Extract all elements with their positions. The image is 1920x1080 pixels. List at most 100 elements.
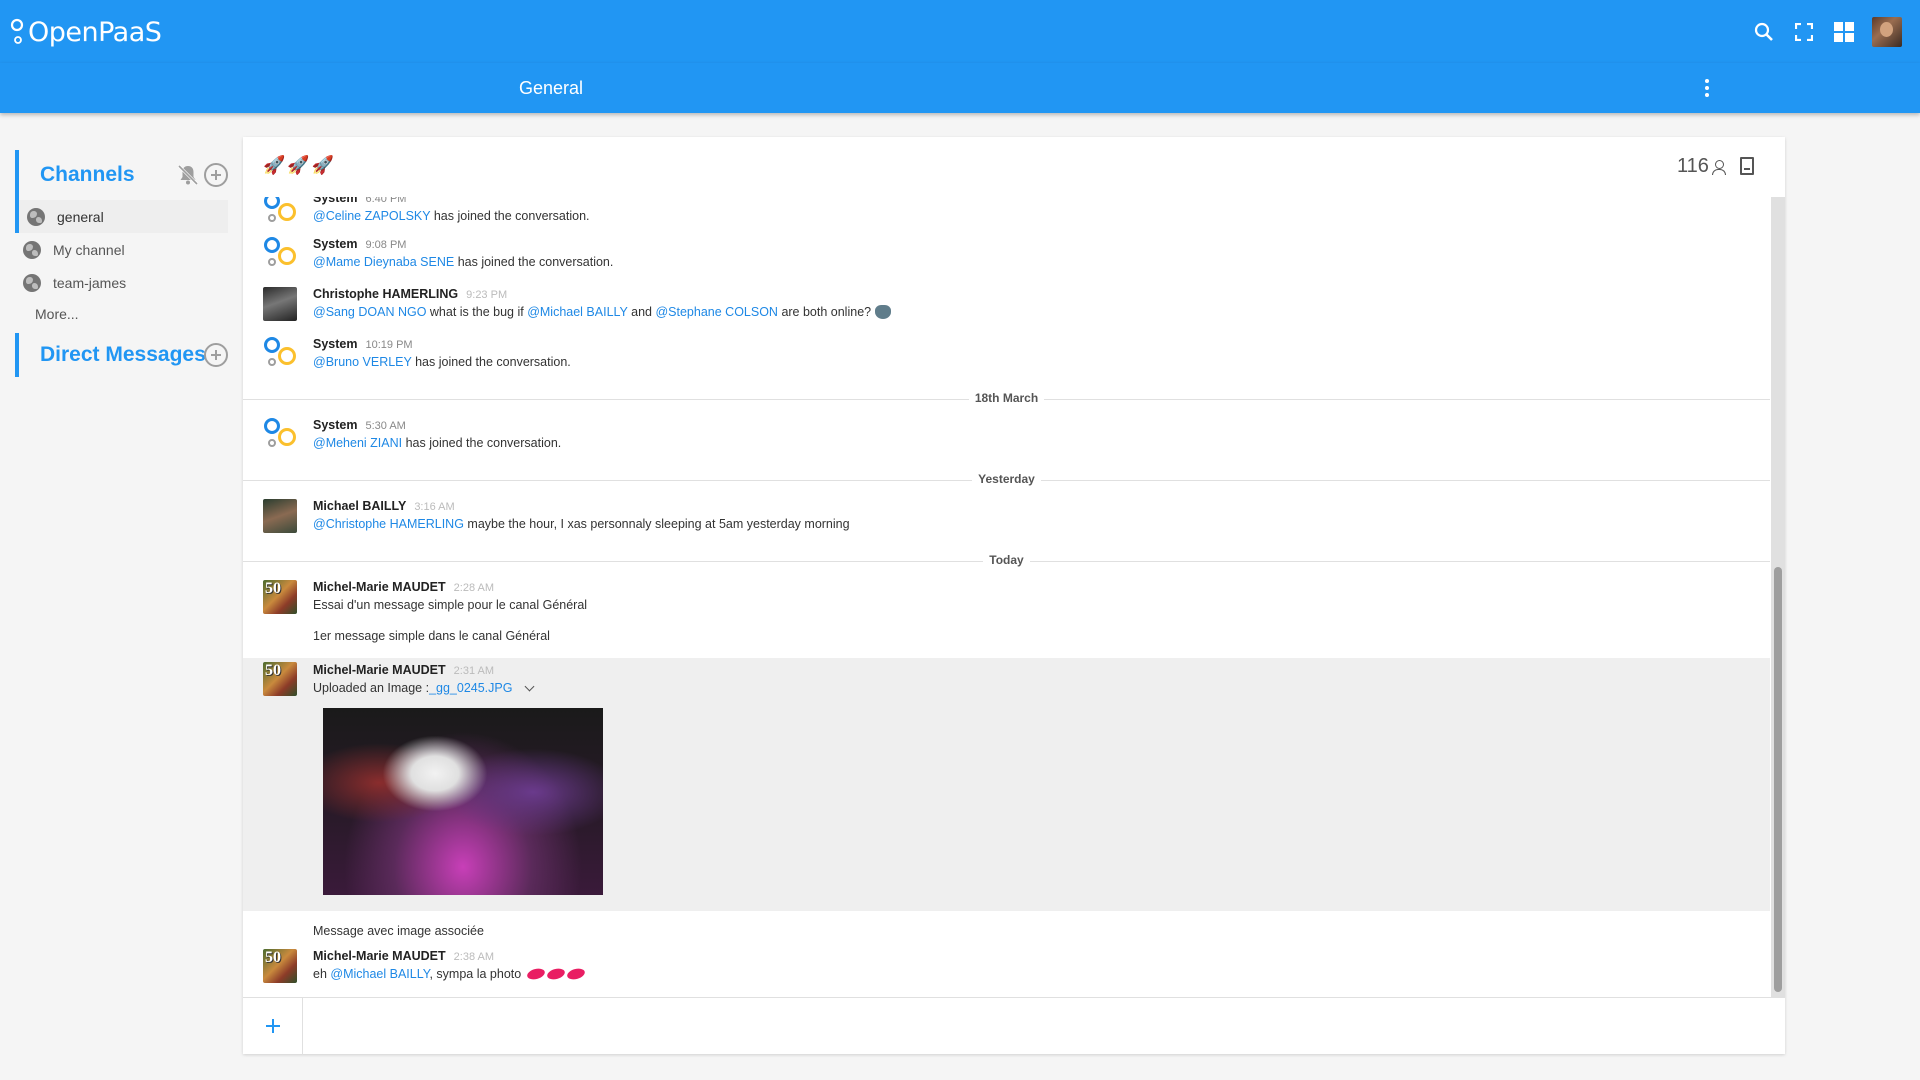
message: Christophe HAMERLING 9:23 PM @Sang DOAN N… (243, 287, 1770, 327)
mention[interactable]: @Bruno VERLEY (313, 355, 412, 369)
message-time: 6:40 PM (365, 197, 407, 205)
message-list[interactable]: System 6:40 PM @Celine ZAPOLSKY has joine… (243, 197, 1770, 997)
message-input[interactable] (304, 998, 1784, 1054)
system-avatar (263, 418, 297, 452)
message-time: 9:08 PM (365, 239, 407, 251)
sidebar-item-team-james[interactable]: team-james (15, 266, 228, 299)
add-attachment-button[interactable] (243, 998, 303, 1055)
uploaded-image[interactable] (323, 708, 603, 895)
message-text: @Christophe HAMERLING maybe the hour, I … (313, 517, 850, 531)
sidebar-item-label: team-james (53, 274, 127, 291)
message-author[interactable]: Michel-Marie MAUDET (313, 663, 446, 677)
author-avatar[interactable] (263, 949, 297, 983)
chevron-down-icon[interactable] (525, 681, 535, 692)
globe-icon (23, 273, 41, 292)
mention[interactable]: @Celine ZAPOLSKY (313, 209, 430, 223)
message-author[interactable]: Christophe HAMERLING (313, 287, 458, 301)
message-author[interactable]: System (313, 237, 357, 251)
message-composer (243, 997, 1785, 1055)
channels-header: Channels (15, 150, 228, 200)
message: System 5:30 AM @Meheni ZIANI has joined t… (243, 418, 1770, 458)
message-author[interactable]: Michael BAILLY (313, 499, 406, 513)
file-link[interactable]: _gg_0245.JPG (429, 681, 512, 695)
member-count-value: 116 (1677, 155, 1709, 177)
author-avatar[interactable] (263, 499, 297, 533)
conversation-header: 🚀🚀🚀 116 (243, 137, 1785, 197)
author-avatar[interactable] (263, 287, 297, 321)
bell-off-icon[interactable] (176, 163, 200, 187)
mention[interactable]: @Mame Dieynaba SENE (313, 255, 454, 269)
message-author[interactable]: System (313, 418, 357, 432)
direct-messages-title[interactable]: Direct Messages (40, 343, 206, 367)
message-text: Uploaded an Image :_gg_0245.JPG (313, 681, 535, 695)
more-channels-link[interactable]: More... (15, 299, 228, 329)
date-divider-label: 18th March (968, 391, 1045, 405)
system-avatar (263, 237, 297, 271)
date-divider-label: Yesterday (972, 472, 1041, 486)
logo-text: OpenPaaS (28, 16, 162, 48)
fullscreen-icon[interactable] (1784, 12, 1824, 52)
message-time: 2:31 AM (453, 665, 495, 677)
more-vertical-icon[interactable] (1695, 76, 1719, 100)
apps-grid-icon[interactable] (1824, 12, 1864, 52)
message-author[interactable]: System (313, 197, 357, 205)
sidebar-item-label: My channel (53, 241, 125, 258)
kiss-emoji-icon (565, 966, 586, 982)
message-time: 3:16 AM (414, 501, 455, 513)
logo-circles-icon (10, 18, 24, 44)
message-highlighted: Michel-Marie MAUDET 2:31 AM Uploaded an I… (243, 658, 1770, 911)
user-avatar[interactable] (1872, 16, 1902, 47)
message-author[interactable]: Michel-Marie MAUDET (313, 580, 446, 594)
system-avatar (263, 337, 297, 371)
add-direct-message-icon[interactable] (204, 343, 228, 367)
sidebar: Channels general My channel team-james M… (15, 150, 228, 377)
direct-messages-header: Direct Messages (15, 333, 228, 377)
message-text: @Mame Dieynaba SENE has joined the conve… (313, 255, 614, 269)
mention[interactable]: @Michael BAILLY (330, 967, 429, 981)
channel-title: General (519, 78, 584, 98)
message-text: Essai d'un message simple pour le canal … (313, 598, 588, 612)
message-text: @Bruno VERLEY has joined the conversatio… (313, 355, 571, 369)
scrollbar-thumb[interactable] (1774, 567, 1782, 992)
message-text: eh @Michael BAILLY, sympa la photo (313, 966, 586, 982)
message-text: @Meheni ZIANI has joined the conversatio… (313, 436, 562, 450)
date-divider: Yesterday (243, 472, 1770, 488)
date-divider: 18th March (243, 391, 1770, 407)
mention[interactable]: @Meheni ZIANI (313, 436, 402, 450)
message: System 10:19 PM @Bruno VERLEY has joined … (243, 337, 1770, 377)
channels-title[interactable]: Channels (40, 163, 135, 187)
kiss-emoji-icon (545, 966, 566, 982)
author-avatar[interactable] (263, 662, 297, 696)
kiss-emoji-icon (525, 966, 546, 982)
search-icon[interactable] (1744, 12, 1784, 52)
message: System 9:08 PM @Mame Dieynaba SENE has jo… (243, 237, 1770, 277)
message: Michel-Marie MAUDET 2:38 AM eh @Michael B… (243, 949, 1770, 989)
add-channel-icon[interactable] (204, 163, 228, 187)
message-time: 5:30 AM (365, 420, 406, 432)
message: Michel-Marie MAUDET 2:28 AM Essai d'un me… (243, 580, 1770, 650)
sidebar-item-label: general (57, 208, 104, 225)
globe-icon (23, 240, 41, 259)
system-avatar (263, 197, 297, 227)
mention[interactable]: @Michael BAILLY (527, 305, 627, 319)
channel-list: general (15, 200, 228, 233)
message-caption: Message avec image associée (313, 924, 484, 938)
sidebar-item-my-channel[interactable]: My channel (15, 233, 228, 266)
mention[interactable]: @Stephane COLSON (655, 305, 777, 319)
openpaas-logo[interactable]: OpenPaaS (10, 14, 162, 50)
author-avatar[interactable] (263, 580, 297, 614)
message-author[interactable]: System (313, 337, 357, 351)
message-text: @Celine ZAPOLSKY has joined the conversa… (313, 209, 590, 223)
person-icon (1711, 159, 1726, 175)
message-author[interactable]: Michel-Marie MAUDET (313, 949, 446, 963)
channel-header: General (0, 63, 1920, 113)
sidebar-item-general[interactable]: general (19, 200, 228, 233)
message-text: @Sang DOAN NGO what is the bug if @Micha… (313, 305, 891, 319)
mention[interactable]: @Sang DOAN NGO (313, 305, 426, 319)
message-scrollbar[interactable] (1771, 197, 1785, 997)
mention[interactable]: @Christophe HAMERLING (313, 517, 464, 531)
member-count[interactable]: 116 (1677, 155, 1726, 178)
document-icon[interactable] (1740, 157, 1754, 175)
app-header: OpenPaaS (0, 0, 1920, 63)
message-text: 1er message simple dans le canal Général (313, 629, 550, 643)
